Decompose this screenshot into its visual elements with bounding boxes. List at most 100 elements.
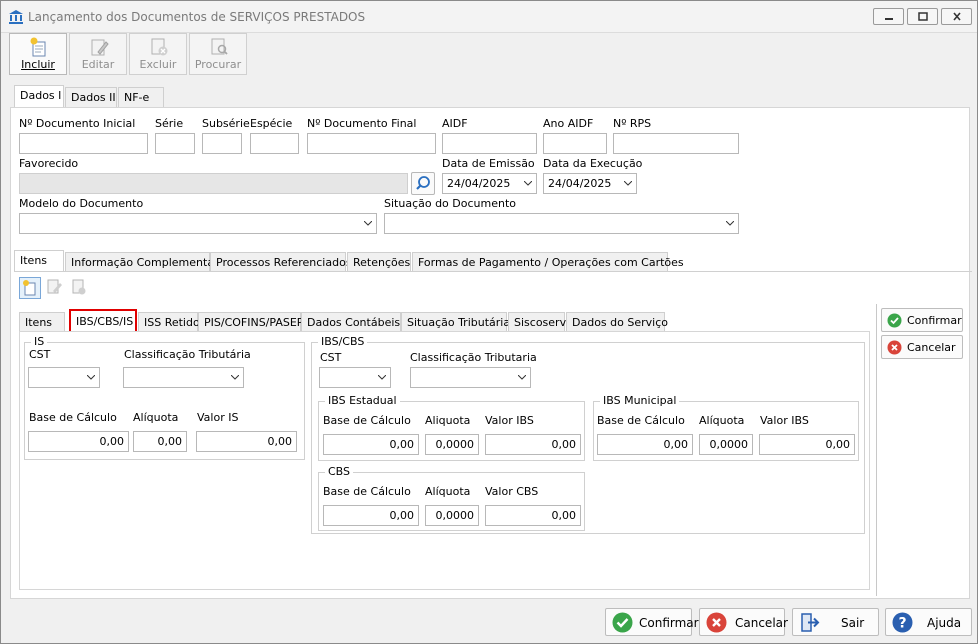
minimize-button[interactable] xyxy=(873,8,904,25)
add-item-button[interactable] xyxy=(19,277,41,299)
situacao-label: Situação do Documento xyxy=(384,197,517,210)
ibs-municipal-valor-input[interactable]: 0,00 xyxy=(759,434,855,455)
ano-aidf-label: Ano AIDF xyxy=(543,117,594,130)
tab-pis-cofins-pasep[interactable]: PIS/COFINS/PASEP xyxy=(198,312,303,332)
item-confirmar-button[interactable]: Confirmar xyxy=(881,308,963,332)
cbs-aliq-label: Alíquota xyxy=(425,485,471,498)
tab-nfe[interactable]: NF-e xyxy=(118,87,164,107)
tab-itens[interactable]: Itens xyxy=(14,250,64,272)
ibs-class-label: Classificação Tributaria xyxy=(410,351,537,364)
subserie-label: Subsérie xyxy=(202,117,250,130)
svg-text:?: ? xyxy=(898,616,906,632)
close-button[interactable] xyxy=(941,8,972,25)
ibs-cbs-group-title: IBS/CBS xyxy=(318,335,368,348)
modelo-label: Modelo do Documento xyxy=(19,197,144,210)
subserie-input[interactable] xyxy=(202,133,242,154)
title-bar[interactable]: Lançamento dos Documentos de SERVIÇOS PR… xyxy=(1,1,977,33)
is-cst-select[interactable] xyxy=(28,367,100,388)
sair-button[interactable]: Sair xyxy=(792,608,879,636)
tab-item-itens[interactable]: Itens xyxy=(19,312,65,332)
tab-retencoes[interactable]: Retenções xyxy=(347,252,411,272)
ajuda-button[interactable]: ? Ajuda xyxy=(885,608,972,636)
cancelar-label: Cancelar xyxy=(735,616,788,630)
rps-input[interactable] xyxy=(613,133,739,154)
is-aliq-input[interactable]: 0,00 xyxy=(133,431,187,452)
ibs-estadual-base-input[interactable]: 0,00 xyxy=(323,434,419,455)
tab-informacao-complementar[interactable]: Informação Complementar xyxy=(65,252,219,272)
favorecido-input[interactable] xyxy=(19,173,408,194)
data-emissao-picker[interactable]: 24/04/2025 xyxy=(442,173,537,194)
data-execucao-picker[interactable]: 24/04/2025 xyxy=(543,173,637,194)
restore-button[interactable] xyxy=(907,8,938,25)
ibs-municipal-aliq-input[interactable]: 0,0000 xyxy=(699,434,753,455)
cbs-aliq-input[interactable]: 0,0000 xyxy=(425,505,479,526)
ibs-estadual-base-label: Base de Cálculo xyxy=(323,414,411,427)
incluir-button[interactable]: Incluir xyxy=(9,33,67,75)
is-base-label: Base de Cálculo xyxy=(29,411,117,424)
ibs-class-select[interactable] xyxy=(410,367,531,388)
edit-item-button[interactable] xyxy=(44,277,66,299)
minimize-icon xyxy=(885,18,893,20)
serie-input[interactable] xyxy=(155,133,195,154)
data-execucao-value: 24/04/2025 xyxy=(548,177,612,190)
situacao-select[interactable] xyxy=(384,213,739,234)
especie-label: Espécie xyxy=(250,117,293,130)
chevron-down-icon xyxy=(624,181,632,186)
chevron-down-icon xyxy=(726,221,734,226)
tab-dados-contabeis[interactable]: Dados Contábeis xyxy=(301,312,401,332)
is-class-select[interactable] xyxy=(123,367,244,388)
delete-document-icon xyxy=(72,279,86,295)
doc-inicial-input[interactable] xyxy=(19,133,148,154)
tab-processos-referenciados[interactable]: Processos Referenciados xyxy=(210,252,352,272)
tab-dados-ii[interactable]: Dados II xyxy=(65,87,117,107)
editar-button[interactable]: Editar xyxy=(69,33,127,75)
is-cst-label: CST xyxy=(29,348,51,361)
new-document-icon xyxy=(23,280,36,296)
edit-document-icon xyxy=(91,39,109,56)
is-base-input[interactable]: 0,00 xyxy=(28,431,129,452)
chevron-down-icon xyxy=(524,181,532,186)
cbs-base-input[interactable]: 0,00 xyxy=(323,505,419,526)
ajuda-label: Ajuda xyxy=(927,616,962,630)
tab-situacao-tributaria[interactable]: Situação Tributária xyxy=(401,312,510,332)
new-document-icon xyxy=(30,37,46,57)
chevron-down-icon xyxy=(87,375,95,380)
procurar-button[interactable]: Procurar xyxy=(189,33,247,75)
cancel-circle-icon xyxy=(706,612,727,633)
ibs-municipal-aliq-label: Alíquota xyxy=(699,414,745,427)
item-cancelar-button[interactable]: Cancelar xyxy=(881,335,963,359)
tab-dados-servico[interactable]: Dados do Serviço xyxy=(566,312,668,332)
ibs-estadual-aliq-input[interactable]: 0,0000 xyxy=(425,434,479,455)
side-divider xyxy=(876,304,877,596)
excluir-label: Excluir xyxy=(139,58,177,71)
ibs-cst-select[interactable] xyxy=(319,367,391,388)
procurar-label: Procurar xyxy=(194,58,242,71)
ano-aidf-input[interactable] xyxy=(543,133,607,154)
excluir-button[interactable]: Excluir xyxy=(129,33,187,75)
section-divider xyxy=(14,271,972,272)
doc-final-input[interactable] xyxy=(307,133,436,154)
ibs-estadual-valor-input[interactable]: 0,00 xyxy=(485,434,581,455)
is-valor-input[interactable]: 0,00 xyxy=(196,431,297,452)
item-confirmar-label: Confirmar xyxy=(907,314,962,327)
especie-input[interactable] xyxy=(250,133,299,154)
favorecido-search-button[interactable] xyxy=(411,172,435,195)
tab-siscoserv[interactable]: Siscoserv xyxy=(508,312,566,332)
ibs-municipal-base-input[interactable]: 0,00 xyxy=(597,434,693,455)
serie-label: Série xyxy=(155,117,184,130)
doc-final-label: Nº Documento Final xyxy=(307,117,417,130)
modelo-select[interactable] xyxy=(19,213,377,234)
cbs-valor-input[interactable]: 0,00 xyxy=(485,505,581,526)
delete-item-button[interactable] xyxy=(69,277,91,299)
cancelar-button[interactable]: Cancelar xyxy=(699,608,788,636)
tab-dados-i[interactable]: Dados I xyxy=(14,85,64,107)
cbs-valor-label: Valor CBS xyxy=(485,485,539,498)
tab-formas-pagamento[interactable]: Formas de Pagamento / Operações com Cart… xyxy=(412,252,684,272)
delete-document-icon xyxy=(151,38,168,56)
aidf-input[interactable] xyxy=(442,133,537,154)
tab-iss-retido[interactable]: ISS Retido xyxy=(138,312,200,332)
search-icon xyxy=(416,176,430,190)
confirmar-button[interactable]: Confirmar xyxy=(605,608,699,636)
aidf-label: AIDF xyxy=(442,117,468,130)
chevron-down-icon xyxy=(518,375,526,380)
